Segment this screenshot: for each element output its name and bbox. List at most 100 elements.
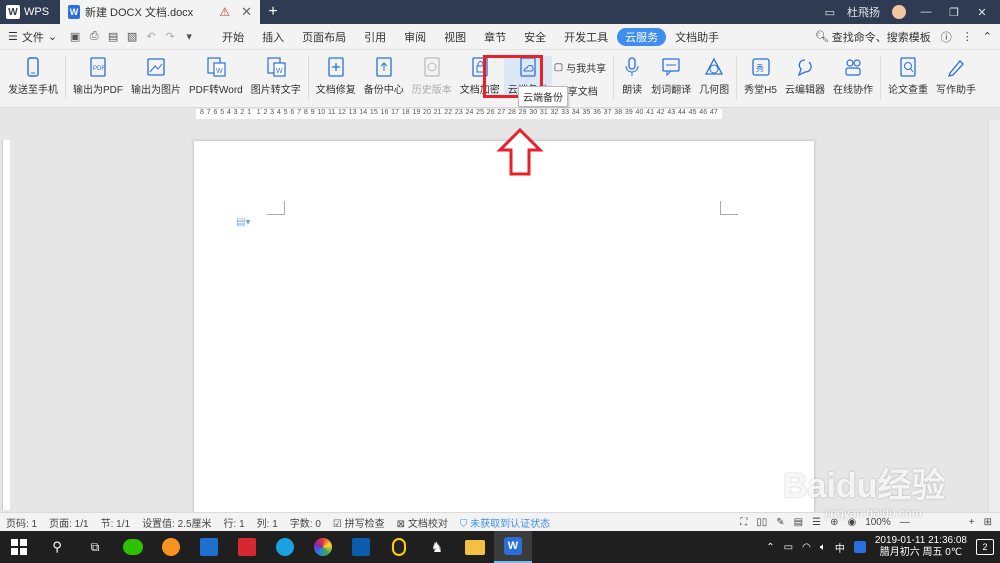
minimize-icon[interactable]: — (918, 6, 934, 18)
image-to-text-button[interactable]: W 图片转文字 (247, 56, 305, 96)
online-collab-button[interactable]: 在线协作 (829, 56, 877, 96)
file-explorer[interactable] (456, 531, 494, 563)
doc-proof-button[interactable]: ⊠ 文档校对 (397, 515, 448, 530)
save-icon[interactable]: ▣ (69, 30, 81, 43)
status-word-count[interactable]: 字数: 0 (290, 515, 321, 530)
zoom-in-icon[interactable]: + (969, 517, 975, 528)
export-pdf-label: 输出为PDF (73, 85, 123, 96)
ruler-tick: 23 (454, 109, 463, 116)
tab-start[interactable]: 开始 (213, 28, 253, 46)
wps-writer-app[interactable]: W (494, 531, 532, 563)
task-view-button[interactable]: ⧉ (76, 531, 114, 563)
paste-options-icon[interactable]: ▤▾ (236, 217, 250, 228)
colorful-app[interactable] (304, 531, 342, 563)
help-icon[interactable]: ⓘ (941, 29, 952, 45)
redo-icon[interactable]: ↷ (164, 30, 176, 43)
wechat-app[interactable] (114, 531, 152, 563)
plagiarism-check-button[interactable]: 论文查重 (884, 56, 932, 96)
windows-start-button[interactable] (0, 531, 38, 563)
vertical-scrollbar[interactable] (988, 120, 1000, 512)
export-image-button[interactable]: 输出为图片 (127, 56, 185, 96)
fit-page-icon[interactable]: ⊞ (984, 517, 992, 528)
more-dropdown-icon[interactable]: ▾ (183, 30, 195, 43)
translate-button[interactable]: 划词翻译 (647, 56, 695, 96)
spell-check-label: 拼写检查 (344, 518, 385, 530)
tab-review[interactable]: 审阅 (395, 28, 435, 46)
tab-security[interactable]: 安全 (515, 28, 555, 46)
avatar[interactable] (892, 5, 906, 19)
tab-developer[interactable]: 开发工具 (555, 28, 617, 46)
tablet-mode-icon[interactable]: ▭ (825, 6, 835, 19)
more-options-icon[interactable]: ⋮ (962, 30, 973, 43)
print-icon[interactable]: ⎙ (88, 30, 100, 43)
tab-view[interactable]: 视图 (435, 28, 475, 46)
tab-insert[interactable]: 插入 (253, 28, 293, 46)
user-name[interactable]: 杜飛扬 (847, 4, 880, 20)
watermark-brand: Baidu经验 (783, 467, 946, 505)
export-image-label: 输出为图片 (131, 85, 181, 96)
warning-icon[interactable]: ⚠ (219, 5, 230, 19)
send-to-phone-button[interactable]: 发送至手机 (4, 56, 62, 96)
backup-center-button[interactable]: 备份中心 (360, 56, 408, 96)
search-taskbar-button[interactable]: ⚲ (38, 531, 76, 563)
tab-cloud-service[interactable]: 云服务 (617, 27, 667, 46)
geometry-button[interactable]: 几何图 (695, 56, 733, 96)
wechat-icon (123, 539, 143, 555)
spell-check-button[interactable]: ☑ 拼写检查 (333, 515, 385, 530)
calculator-app[interactable] (190, 531, 228, 563)
tab-section[interactable]: 章节 (475, 28, 515, 46)
clock[interactable]: 2019-01-11 21:36:08 腊月初六 周五 0℃ (875, 535, 967, 559)
cloud-editor-button[interactable]: 云编辑器 (781, 56, 829, 96)
tab-doc-assistant[interactable]: 文档助手 (666, 28, 728, 46)
tab-references[interactable]: 引用 (355, 28, 395, 46)
pdf-to-word-button[interactable]: W PDF转Word (185, 56, 247, 96)
close-tab-icon[interactable]: ✕ (241, 4, 252, 20)
print-preview-icon[interactable]: ▤ (107, 30, 119, 43)
music-app[interactable] (152, 531, 190, 563)
show-hidden-icons[interactable]: ⌃ (766, 542, 774, 553)
undo-icon[interactable]: ↶ (145, 30, 157, 43)
ruler-tick: 2 (263, 109, 268, 116)
ime-indicator[interactable]: 中 (835, 540, 845, 555)
wps-home-tab[interactable]: W WPS (0, 0, 60, 24)
close-window-icon[interactable]: ✕ (974, 6, 990, 19)
ime-app-icon[interactable] (853, 541, 866, 553)
ruler-tick: 41 (646, 109, 654, 116)
ruler-tick: 39 (624, 109, 633, 116)
new-tab-button[interactable]: + (260, 0, 286, 24)
backup-icon (373, 56, 395, 78)
ruler-tick: 7 (206, 109, 211, 116)
export-icon[interactable]: ▧ (126, 30, 138, 43)
red-app[interactable] (228, 531, 266, 563)
qq-app[interactable] (380, 531, 418, 563)
collapse-ribbon-icon[interactable]: ⌃ (983, 30, 992, 43)
svg-text:PDF: PDF (93, 66, 105, 72)
certification-status[interactable]: ⛉ 未获取到认证状态 (460, 515, 550, 530)
search-icon: 🔍︎ (814, 31, 829, 43)
volume-icon[interactable]: 🔈︎ (820, 542, 826, 553)
ie-browser[interactable] (266, 531, 304, 563)
document-tab[interactable]: W 新建 DOCX 文档.docx ⚠ ✕ (60, 0, 260, 24)
horizontal-ruler[interactable]: 8 7 6 5 4 3 2 1 1 2 3 4 5 6 7 8 9 10 11 12 13 14 15 16 17 18 19 20 2… (0, 108, 1000, 120)
doc-repair-button[interactable]: 文档修复 (312, 56, 360, 96)
restore-icon[interactable]: ❐ (946, 6, 962, 19)
vertical-ruler[interactable] (0, 120, 12, 512)
store-app[interactable] (342, 531, 380, 563)
export-pdf-button[interactable]: PDF 输出为PDF (69, 56, 127, 96)
image-to-text-icon: W (265, 56, 287, 78)
writing-assistant-button[interactable]: 写作助手 (932, 56, 980, 96)
battery-icon[interactable]: ▭ (784, 542, 793, 553)
command-search[interactable]: 🔍︎ 查找命令、搜索模板 (815, 29, 931, 45)
show-h5-button[interactable]: 秀 秀堂H5 (740, 56, 781, 96)
document-page[interactable]: ▤▾ (194, 141, 814, 512)
notification-center-button[interactable]: 2 (976, 539, 994, 555)
repair-icon (325, 56, 347, 78)
share-with-me-button[interactable]: ▢ 与我共享 (554, 60, 606, 75)
tab-page-layout[interactable]: 页面布局 (293, 28, 355, 46)
file-menu[interactable]: ☰ 文件 ⌄ (8, 29, 57, 45)
history-version-button[interactable]: 历史版本 (408, 56, 456, 96)
read-aloud-button[interactable]: 朗读 (617, 56, 647, 96)
wifi-icon[interactable]: ◠ (802, 542, 811, 553)
fullscreen-icon[interactable]: ⛶ (740, 517, 747, 528)
fox-app[interactable]: ♞ (418, 531, 456, 563)
